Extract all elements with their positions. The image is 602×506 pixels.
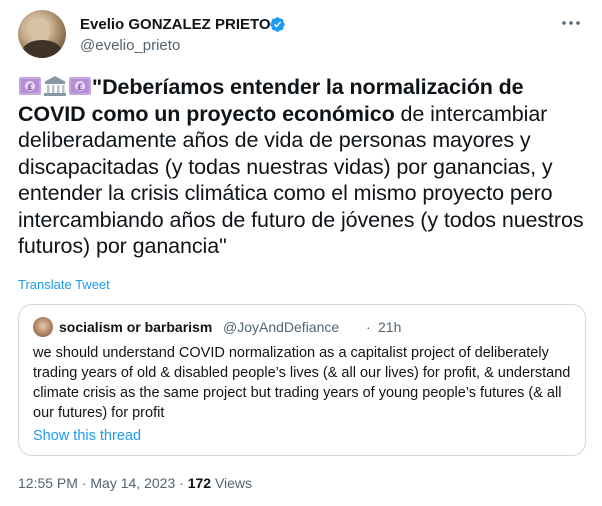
quoted-tweet-text: we should understand COVID normalization…	[33, 345, 571, 421]
verified-badge-icon	[270, 17, 285, 32]
views-label: Views	[214, 475, 253, 491]
tweet-date[interactable]: May 14, 2023	[90, 475, 175, 491]
meta-separator: ·	[77, 475, 91, 491]
tweet-time[interactable]: 12:55 PM	[18, 475, 78, 491]
bank-emoji	[44, 76, 66, 96]
show-thread-link[interactable]: Show this thread	[33, 427, 141, 445]
quoted-author-avatar	[33, 317, 53, 337]
avatar-body	[22, 40, 62, 58]
money-bag-emoji: £	[19, 77, 41, 95]
svg-text:£: £	[27, 83, 33, 93]
quoted-tweet-card[interactable]: socialism or barbarism @JoyAndDefiance ·…	[18, 304, 586, 456]
tweet-header: Evelio GONZALEZ PRIETO @evelio_prieto	[18, 10, 584, 58]
more-options-icon[interactable]	[560, 14, 582, 32]
svg-text:£: £	[77, 83, 83, 93]
quoted-author-handle: @JoyAndDefiance	[223, 319, 340, 335]
tweet-text: £ £ "Deberíamos entender la normalizació…	[18, 74, 590, 260]
money-bag-emoji: £	[69, 77, 91, 95]
meta-separator: ·	[175, 475, 188, 491]
tweet-meta: 12:55 PM · May 14, 2023 · 172 Views	[18, 474, 252, 492]
author-handle[interactable]: @evelio_prieto	[80, 37, 180, 55]
quoted-author-name: socialism or barbarism	[59, 319, 213, 335]
quoted-timestamp[interactable]: 21h	[378, 319, 401, 335]
author-avatar[interactable]	[18, 10, 66, 58]
views-count: 172	[187, 475, 212, 491]
author-name[interactable]: Evelio GONZALEZ PRIETO	[80, 16, 271, 34]
translate-tweet-link[interactable]: Translate Tweet	[18, 277, 110, 293]
quoted-separator: ·	[366, 319, 371, 335]
